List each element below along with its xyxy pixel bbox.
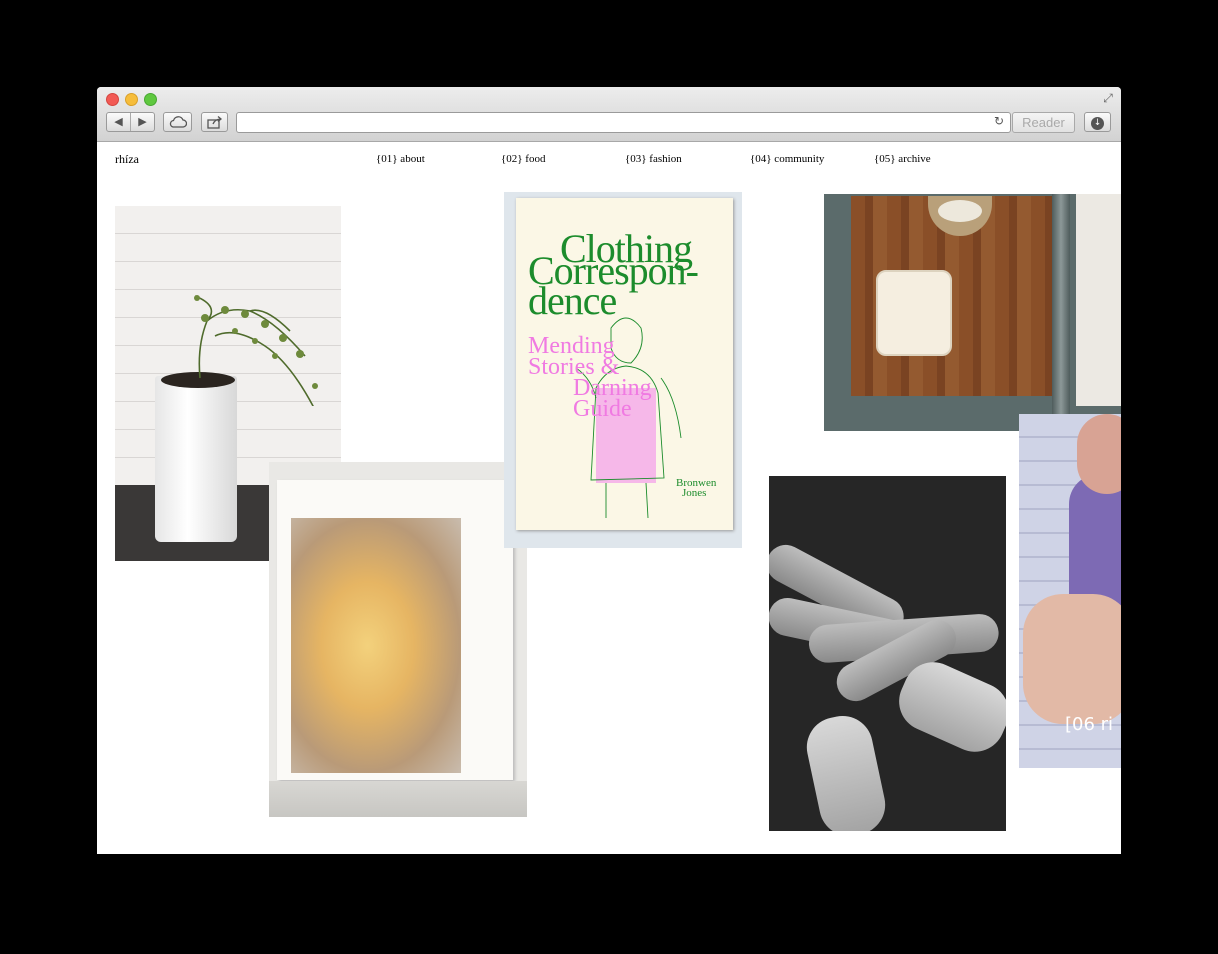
nav-community[interactable]: {04} community <box>750 153 824 165</box>
site-title[interactable]: rhíza <box>115 152 139 167</box>
icloud-tabs-button[interactable] <box>163 112 192 132</box>
close-window-button[interactable] <box>106 93 119 106</box>
download-icon: ↓ <box>1091 117 1104 130</box>
downloads-button[interactable]: ↓ <box>1084 112 1111 132</box>
hands-video-still[interactable]: [06 ri <box>1019 414 1121 768</box>
bread-braid-photo[interactable] <box>769 476 1006 831</box>
zoom-window-button[interactable] <box>144 93 157 106</box>
zine-author-line-2: Jones <box>682 487 707 499</box>
browser-toolbar: ⤢ ◀ ▶ ↻ Reader ↓ <box>97 87 1121 142</box>
back-forward-buttons: ◀ ▶ <box>106 112 155 132</box>
nav-fashion[interactable]: {03} fashion <box>625 153 682 165</box>
shell-craft-book-photo[interactable] <box>269 462 527 817</box>
plant-illustration <box>194 295 318 406</box>
browser-window: ⤢ ◀ ▶ ↻ Reader ↓ rhíza {01} about {02} fo… <box>97 87 1121 854</box>
address-bar[interactable]: ↻ <box>236 112 1011 133</box>
reload-icon[interactable]: ↻ <box>994 114 1004 128</box>
clothing-correspondence-zine-cover[interactable]: Clothing Correspon- dence Mending Storie… <box>504 192 742 548</box>
nav-about[interactable]: {01} about <box>376 153 425 165</box>
video-caption: [06 ri <box>1065 714 1114 735</box>
minimize-window-button[interactable] <box>125 93 138 106</box>
nav-archive[interactable]: {05} archive <box>874 153 931 165</box>
web-page: rhíza {01} about {02} food {03} fashion … <box>97 142 1121 854</box>
zine-subtitle-line-4: Guide <box>573 396 632 422</box>
share-icon <box>206 116 222 129</box>
nav-food[interactable]: {02} food <box>501 153 545 165</box>
reader-button[interactable]: Reader <box>1012 112 1075 133</box>
back-button[interactable]: ◀ <box>107 113 131 131</box>
share-button[interactable] <box>201 112 228 132</box>
fullscreen-icon[interactable]: ⤢ <box>1101 91 1115 105</box>
flour-bowl-photo[interactable] <box>824 194 1121 431</box>
cloud-icon <box>169 116 187 128</box>
forward-button[interactable]: ▶ <box>131 113 154 131</box>
zine-title-line-3: dence <box>528 278 617 323</box>
